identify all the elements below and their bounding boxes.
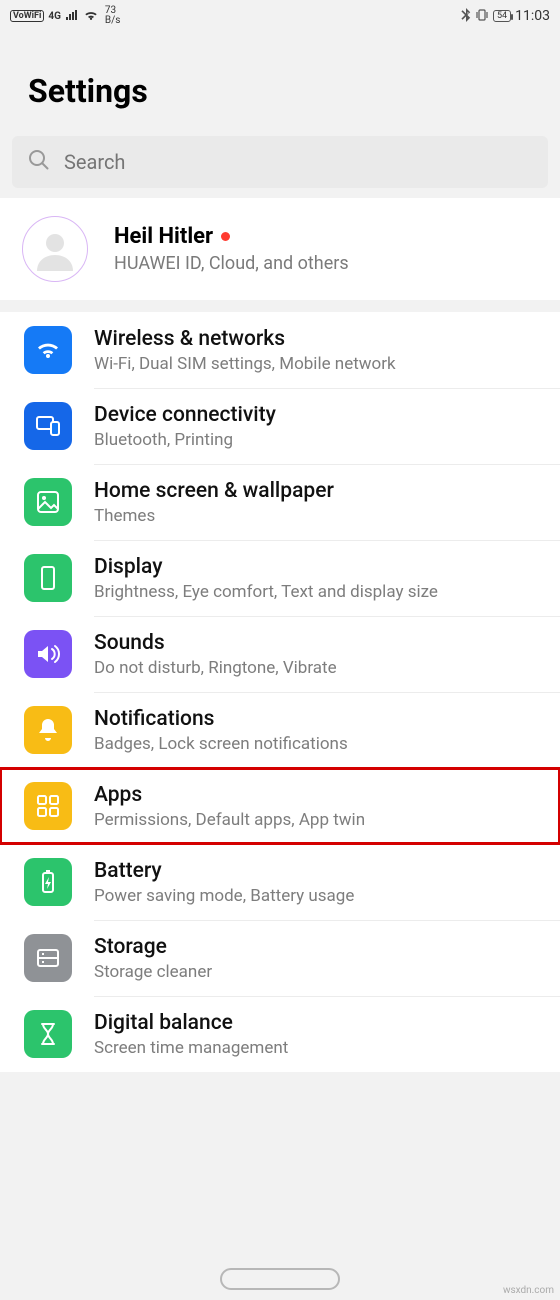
item-title: Digital balance [94, 1011, 544, 1035]
wallpaper-icon [24, 478, 72, 526]
item-title: Wireless & networks [94, 327, 544, 351]
apps-icon [24, 782, 72, 830]
net-speed: 73 B/s [105, 6, 121, 26]
item-title: Home screen & wallpaper [94, 479, 544, 503]
watermark: wsxdn.com [503, 1285, 554, 1296]
item-title: Notifications [94, 707, 544, 731]
item-text: Notifications Badges, Lock screen notific… [94, 692, 560, 768]
item-title: Sounds [94, 631, 544, 655]
settings-item-device-connectivity[interactable]: Device connectivity Bluetooth, Printing [0, 388, 560, 464]
notification-dot [221, 232, 230, 241]
item-text: Display Brightness, Eye comfort, Text and… [94, 540, 560, 616]
clock-label: 11:03 [515, 8, 550, 24]
account-sub: HUAWEI ID, Cloud, and others [114, 253, 349, 274]
item-text: Battery Power saving mode, Battery usage [94, 844, 560, 920]
item-sub: Themes [94, 506, 544, 526]
status-bar: VoWiFi 4G 73 B/s 54 11:03 [0, 0, 560, 32]
avatar [22, 216, 88, 282]
search-box[interactable] [12, 136, 548, 188]
item-text: Digital balance Screen time management [94, 996, 560, 1072]
item-text: Home screen & wallpaper Themes [94, 464, 560, 540]
settings-item-display[interactable]: Display Brightness, Eye comfort, Text and… [0, 540, 560, 616]
devices-icon [24, 402, 72, 450]
account-row[interactable]: Heil Hitler HUAWEI ID, Cloud, and others [0, 198, 560, 300]
bell-icon [24, 706, 72, 754]
settings-item-apps[interactable]: Apps Permissions, Default apps, App twin [0, 768, 560, 844]
settings-item-storage[interactable]: Storage Storage cleaner [0, 920, 560, 996]
storage-icon [24, 934, 72, 982]
settings-item-wireless-networks[interactable]: Wireless & networks Wi-Fi, Dual SIM setti… [0, 312, 560, 388]
item-text: Wireless & networks Wi-Fi, Dual SIM setti… [94, 313, 560, 388]
item-sub: Badges, Lock screen notifications [94, 734, 544, 754]
item-title: Device connectivity [94, 403, 544, 427]
item-text: Device connectivity Bluetooth, Printing [94, 388, 560, 464]
search-input[interactable] [64, 150, 532, 174]
battery-icon [24, 858, 72, 906]
item-sub: Storage cleaner [94, 962, 544, 982]
settings-item-sounds[interactable]: Sounds Do not disturb, Ringtone, Vibrate [0, 616, 560, 692]
settings-item-digital-balance[interactable]: Digital balance Screen time management [0, 996, 560, 1072]
item-text: Sounds Do not disturb, Ringtone, Vibrate [94, 616, 560, 692]
item-text: Storage Storage cleaner [94, 920, 560, 996]
item-text: Apps Permissions, Default apps, App twin [94, 768, 560, 844]
item-sub: Screen time management [94, 1038, 544, 1058]
settings-item-home-screen-wallpaper[interactable]: Home screen & wallpaper Themes [0, 464, 560, 540]
nav-pill[interactable] [220, 1268, 340, 1290]
item-title: Battery [94, 859, 544, 883]
item-title: Storage [94, 935, 544, 959]
search-icon [28, 149, 50, 175]
vowifi-badge: VoWiFi [10, 10, 44, 22]
item-sub: Bluetooth, Printing [94, 430, 544, 450]
account-name: Heil Hitler [114, 224, 349, 249]
settings-list: Wireless & networks Wi-Fi, Dual SIM setti… [0, 312, 560, 1072]
settings-item-battery[interactable]: Battery Power saving mode, Battery usage [0, 844, 560, 920]
battery-indicator: 54 [493, 10, 511, 22]
hourglass-icon [24, 1010, 72, 1058]
header: Settings [0, 32, 560, 136]
item-title: Display [94, 555, 544, 579]
settings-item-notifications[interactable]: Notifications Badges, Lock screen notific… [0, 692, 560, 768]
wifi-icon [24, 326, 72, 374]
wifi-status-icon [83, 9, 99, 24]
item-title: Apps [94, 783, 544, 807]
sound-icon [24, 630, 72, 678]
item-sub: Wi-Fi, Dual SIM settings, Mobile network [94, 354, 544, 374]
vibrate-icon [475, 8, 489, 25]
page-title: Settings [28, 72, 532, 110]
bluetooth-icon [461, 8, 471, 25]
item-sub: Power saving mode, Battery usage [94, 886, 544, 906]
network-label: 4G [48, 11, 61, 22]
display-icon [24, 554, 72, 602]
item-sub: Do not disturb, Ringtone, Vibrate [94, 658, 544, 678]
signal-icon [65, 9, 79, 24]
item-sub: Brightness, Eye comfort, Text and displa… [94, 582, 544, 602]
item-sub: Permissions, Default apps, App twin [94, 810, 544, 830]
